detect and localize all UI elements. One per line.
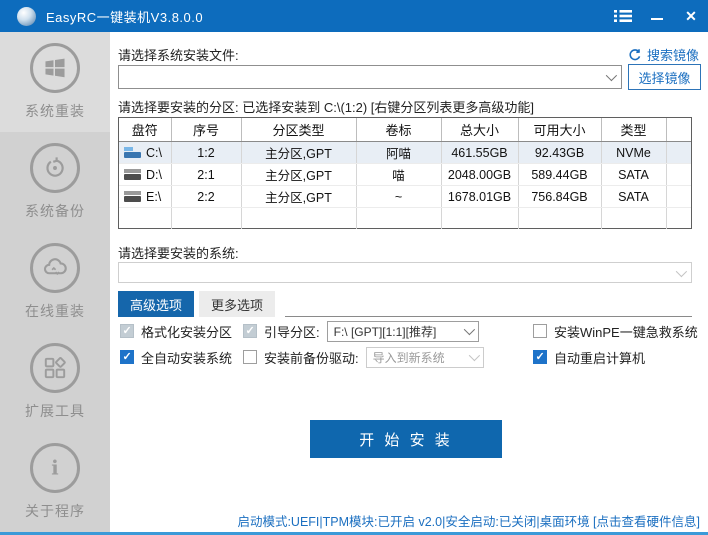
option-backup-drivers: 安装前备份驱动: 导入到新系统 <box>243 346 484 368</box>
backup-drivers-combobox[interactable]: 导入到新系统 <box>365 346 484 368</box>
col-header-empty <box>666 118 691 142</box>
svg-text:i: i <box>51 457 58 480</box>
select-image-button[interactable]: 选择镜像 <box>628 64 701 90</box>
col-header-index[interactable]: 序号 <box>171 118 242 142</box>
drive-icon <box>124 169 141 180</box>
table-header-row: 盘符 序号 分区类型 卷标 总大小 可用大小 类型 <box>119 118 691 142</box>
col-header-free[interactable]: 可用大小 <box>518 118 602 142</box>
sidebar-item-label: 在线重装 <box>25 303 85 319</box>
col-header-type[interactable]: 分区类型 <box>241 118 357 142</box>
tab-divider-line <box>285 316 692 317</box>
app-title: EasyRC一键装机V3.8.0.0 <box>46 9 204 25</box>
chevron-down-icon <box>463 323 475 336</box>
partition-label: 请选择要安装的分区: 已选择安装到 C:\(1:2) [右键分区列表更多高级功能… <box>118 100 535 115</box>
col-header-drive[interactable]: 盘符 <box>119 118 172 142</box>
option-auto-install: 全自动安装系统 <box>120 348 232 366</box>
titlebar: EasyRC一键装机V3.8.0.0 ✕ <box>0 0 708 32</box>
sidebar-item-extended-tools[interactable]: 扩展工具 <box>0 332 110 432</box>
system-combobox[interactable] <box>118 262 692 283</box>
restore-icon <box>30 143 80 193</box>
boot-partition-combobox[interactable]: F:\ [GPT][1:1][推荐] <box>326 320 479 342</box>
drive-icon <box>124 147 141 158</box>
col-header-bus[interactable]: 类型 <box>601 118 667 142</box>
search-image-label: 搜索镜像 <box>646 48 699 63</box>
option-boot-partition: 引导分区: F:\ [GPT][1:1][推荐] <box>243 320 479 342</box>
select-system-label: 请选择要安装的系统: <box>118 246 239 261</box>
auto-restart-checkbox[interactable] <box>533 350 547 364</box>
app-logo-icon <box>17 6 36 26</box>
info-icon: i <box>30 443 80 493</box>
sidebar-item-label: 关于程序 <box>25 503 85 519</box>
sidebar-item-label: 系统备份 <box>25 203 85 219</box>
sidebar-item-system-reinstall[interactable]: 系统重装 <box>0 32 110 132</box>
install-winpe-checkbox[interactable] <box>533 324 547 338</box>
chevron-down-icon <box>605 69 618 82</box>
col-header-volume[interactable]: 卷标 <box>356 118 442 142</box>
partition-table: 盘符 序号 分区类型 卷标 总大小 可用大小 类型 C:\ 1:2 主分区,GP… <box>118 117 692 229</box>
close-icon[interactable]: ✕ <box>674 0 708 32</box>
format-partition-checkbox[interactable] <box>120 324 134 338</box>
option-format-partition: 格式化安装分区 <box>120 322 232 340</box>
sidebar-item-about[interactable]: i 关于程序 <box>0 432 110 532</box>
table-row-c[interactable]: C:\ 1:2 主分区,GPT 阿喵 461.55GB 92.43GB NVMe <box>119 141 691 164</box>
chevron-down-icon <box>675 265 688 277</box>
refresh-icon <box>629 48 641 60</box>
tab-more-options[interactable]: 更多选项 <box>199 291 275 317</box>
boot-partition-checkbox[interactable] <box>243 324 257 338</box>
backup-drivers-checkbox[interactable] <box>243 350 257 364</box>
table-row-d[interactable]: D:\ 2:1 主分区,GPT 喵 2048.00GB 589.44GB SAT… <box>119 163 691 186</box>
menu-list-icon[interactable] <box>606 0 640 32</box>
table-row-empty <box>119 207 691 229</box>
col-header-total[interactable]: 总大小 <box>441 118 519 142</box>
sidebar-item-system-backup[interactable]: 系统备份 <box>0 132 110 232</box>
system-file-combobox[interactable] <box>118 65 622 89</box>
drive-icon <box>124 191 141 202</box>
sidebar: 系统重装 系统备份 在线重装 扩展工具 i 关于程序 <box>0 32 110 532</box>
start-install-button[interactable]: 开 始 安 装 <box>310 420 502 458</box>
option-install-winpe: 安装WinPE一键急救系统 <box>533 322 698 340</box>
app-window: EasyRC一键装机V3.8.0.0 ✕ 系统重装 系统备份 在线重装 扩展工具… <box>0 0 708 535</box>
minimize-icon[interactable] <box>640 0 674 32</box>
windows-logo-icon <box>30 43 80 93</box>
sidebar-item-label: 扩展工具 <box>25 403 85 419</box>
chevron-down-icon <box>468 349 480 362</box>
option-auto-restart: 自动重启计算机 <box>533 348 645 366</box>
cloud-icon <box>30 243 80 293</box>
auto-install-checkbox[interactable] <box>120 350 134 364</box>
sidebar-item-label: 系统重装 <box>25 103 85 119</box>
select-file-label: 请选择系统安装文件: <box>118 48 239 63</box>
statusbar-text[interactable]: 启动模式:UEFI|TPM模块:已开启 v2.0|安全启动:已关闭|桌面环境 [… <box>237 511 700 530</box>
table-row-e[interactable]: E:\ 2:2 主分区,GPT ~ 1678.01GB 756.84GB SAT… <box>119 185 691 208</box>
tab-advanced-options[interactable]: 高级选项 <box>118 291 194 317</box>
apps-grid-icon <box>30 343 80 393</box>
search-image-link[interactable]: 搜索镜像 <box>628 45 699 64</box>
sidebar-item-online-reinstall[interactable]: 在线重装 <box>0 232 110 332</box>
